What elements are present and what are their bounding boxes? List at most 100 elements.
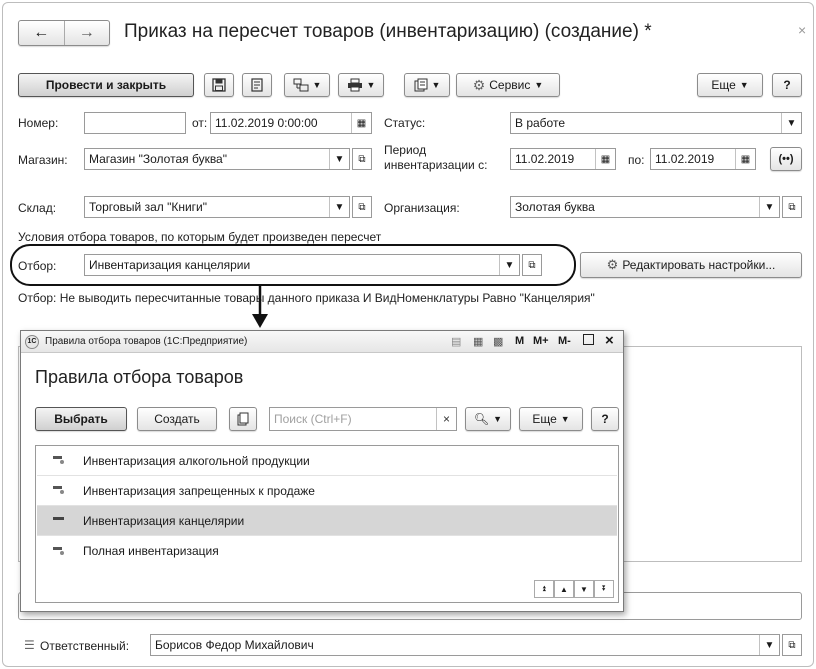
responsible-field[interactable]: Борисов Федор Михайлович ▼ bbox=[150, 634, 780, 656]
popup-more-button[interactable]: Еще ▼ bbox=[519, 407, 583, 431]
open-warehouse-icon[interactable]: ⧉ bbox=[352, 196, 372, 218]
save-button[interactable] bbox=[204, 73, 234, 97]
calendar-icon[interactable]: ▦ bbox=[735, 149, 755, 169]
search-button[interactable]: 🔍︎ ▼ bbox=[465, 407, 511, 431]
post-and-close-label: Провести и закрыть bbox=[45, 78, 167, 92]
popup-help-label: ? bbox=[601, 412, 609, 426]
rule-item-icon bbox=[53, 544, 67, 559]
report-button[interactable] bbox=[242, 73, 272, 97]
number-field[interactable] bbox=[84, 112, 186, 134]
clear-icon[interactable]: × bbox=[436, 408, 456, 430]
print-icon[interactable]: ▤ bbox=[451, 335, 461, 348]
period-choice-button[interactable]: (••) bbox=[770, 147, 802, 171]
list-item[interactable]: Инвентаризация алкогольной продукции bbox=[37, 446, 617, 476]
list-item-label: Полная инвентаризация bbox=[83, 544, 219, 558]
back-arrow-icon[interactable]: ← bbox=[19, 21, 65, 45]
move-bottom-icon[interactable]: ⏬︎ bbox=[594, 580, 614, 598]
close-icon[interactable]: × bbox=[798, 22, 806, 38]
status-value: В работе bbox=[515, 116, 566, 130]
print-button[interactable]: ▼ bbox=[338, 73, 384, 97]
select-label: Выбрать bbox=[54, 412, 108, 426]
dropdown-arrow-icon[interactable]: ▼ bbox=[759, 635, 779, 655]
open-store-icon[interactable]: ⧉ bbox=[352, 148, 372, 170]
dropdown-arrow-icon[interactable]: ▼ bbox=[329, 149, 349, 169]
status-field[interactable]: В работе ▼ bbox=[510, 112, 802, 134]
document-icon bbox=[251, 78, 263, 92]
period-label-line2: инвентаризации с: bbox=[384, 158, 488, 172]
post-and-close-button[interactable]: Провести и закрыть bbox=[18, 73, 194, 97]
service-label: Сервис bbox=[489, 78, 531, 92]
date-from-label: от: bbox=[192, 116, 208, 130]
attachments-icon bbox=[414, 78, 428, 92]
popup-help-button[interactable]: ? bbox=[591, 407, 619, 431]
move-up-icon[interactable]: ▲ bbox=[554, 580, 574, 598]
date-field[interactable]: 11.02.2019 0:00:00 ▦ bbox=[210, 112, 372, 134]
rules-popup-window: 1С Правила отбора товаров (1С:Предприяти… bbox=[20, 330, 624, 612]
create-button[interactable]: Создать bbox=[137, 407, 217, 431]
warehouse-label: Склад: bbox=[18, 201, 57, 215]
filter-description: Отбор: Не выводить пересчитанные товары … bbox=[18, 291, 595, 305]
create-based-button[interactable]: ▼ bbox=[284, 73, 330, 97]
responsible-label: Ответственный: bbox=[40, 639, 130, 653]
copy-icon bbox=[237, 412, 249, 426]
dropdown-arrow-icon[interactable]: ▼ bbox=[781, 113, 801, 133]
more-label: Еще bbox=[711, 78, 736, 92]
list-item-selected[interactable]: Инвентаризация канцелярии bbox=[37, 506, 617, 536]
store-label: Магазин: bbox=[18, 153, 68, 167]
store-field[interactable]: Магазин "Золотая буква" ▼ bbox=[84, 148, 350, 170]
select-button[interactable]: Выбрать bbox=[35, 407, 127, 431]
forward-arrow-icon[interactable]: → bbox=[65, 21, 110, 45]
period-to-field[interactable]: 11.02.2019 ▦ bbox=[650, 148, 756, 170]
period-label-line1: Период bbox=[384, 143, 427, 157]
maximize-icon[interactable] bbox=[583, 334, 594, 345]
list-item-label: Инвентаризация запрещенных к продаже bbox=[83, 483, 315, 498]
dropdown-arrow-icon: ▼ bbox=[366, 80, 376, 90]
window-title: Приказ на пересчет товаров (инвентаризац… bbox=[124, 21, 652, 42]
responsible-value: Борисов Федор Михайлович bbox=[155, 638, 314, 652]
period-from-field[interactable]: 11.02.2019 ▦ bbox=[510, 148, 616, 170]
dropdown-arrow-icon: ▼ bbox=[560, 414, 570, 424]
memory-m-button[interactable]: M bbox=[515, 335, 524, 347]
calendar-icon[interactable]: ▦ bbox=[595, 149, 615, 169]
open-responsible-icon[interactable]: ⧉ bbox=[782, 634, 802, 656]
help-button[interactable]: ? bbox=[772, 73, 802, 97]
dropdown-arrow-icon: ▼ bbox=[431, 80, 441, 90]
popup-close-icon[interactable]: × bbox=[605, 332, 614, 349]
calculator-icon[interactable]: ▦ bbox=[473, 335, 483, 348]
floppy-icon bbox=[212, 78, 226, 92]
calendar-icon[interactable]: ▦ bbox=[351, 113, 371, 133]
service-button[interactable]: ⚙ Сервис ▼ bbox=[456, 73, 560, 97]
dropdown-arrow-icon: ▼ bbox=[739, 80, 749, 90]
magnifier-icon: 🔍︎ bbox=[473, 412, 490, 426]
list-item-label: Инвентаризация алкогольной продукции bbox=[83, 453, 310, 468]
memory-minus-button[interactable]: M- bbox=[558, 335, 571, 347]
warehouse-field[interactable]: Торговый зал "Книги" ▼ bbox=[84, 196, 350, 218]
move-top-icon[interactable]: ⏫︎ bbox=[534, 580, 554, 598]
dropdown-arrow-icon[interactable]: ▼ bbox=[759, 197, 779, 217]
date-value: 11.02.2019 0:00:00 bbox=[215, 116, 318, 130]
search-input[interactable]: Поиск (Ctrl+F) × bbox=[269, 407, 457, 431]
move-down-icon[interactable]: ▼ bbox=[574, 580, 594, 598]
rule-item-icon bbox=[53, 483, 67, 498]
more-button[interactable]: Еще ▼ bbox=[697, 73, 763, 97]
edit-settings-button[interactable]: ⚙ Редактировать настройки... bbox=[580, 252, 802, 278]
memory-plus-button[interactable]: M+ bbox=[533, 335, 549, 347]
dropdown-arrow-icon: ▼ bbox=[493, 414, 503, 424]
popup-heading: Правила отбора товаров bbox=[35, 367, 244, 387]
list-navigation: ⏫︎ ▲ ▼ ⏬︎ bbox=[534, 580, 614, 598]
list-item[interactable]: Инвентаризация запрещенных к продаже bbox=[37, 476, 617, 506]
calendar-icon[interactable]: ▩ bbox=[493, 335, 503, 348]
warehouse-value: Торговый зал "Книги" bbox=[89, 200, 207, 214]
dropdown-arrow-icon[interactable]: ▼ bbox=[329, 197, 349, 217]
copy-button[interactable] bbox=[229, 407, 257, 431]
number-label: Номер: bbox=[18, 116, 59, 130]
attach-button[interactable]: ▼ bbox=[404, 73, 450, 97]
organization-field[interactable]: Золотая буква ▼ bbox=[510, 196, 780, 218]
list-item-label: Инвентаризация канцелярии bbox=[83, 513, 245, 528]
comment-list-icon[interactable]: ☰ bbox=[24, 638, 35, 652]
list-item[interactable]: Полная инвентаризация bbox=[37, 536, 617, 566]
dropdown-arrow-icon: ▼ bbox=[534, 80, 544, 90]
store-value: Магазин "Золотая буква" bbox=[89, 152, 227, 166]
open-organization-icon[interactable]: ⧉ bbox=[782, 196, 802, 218]
rules-list: Инвентаризация алкогольной продукции Инв… bbox=[35, 445, 619, 603]
